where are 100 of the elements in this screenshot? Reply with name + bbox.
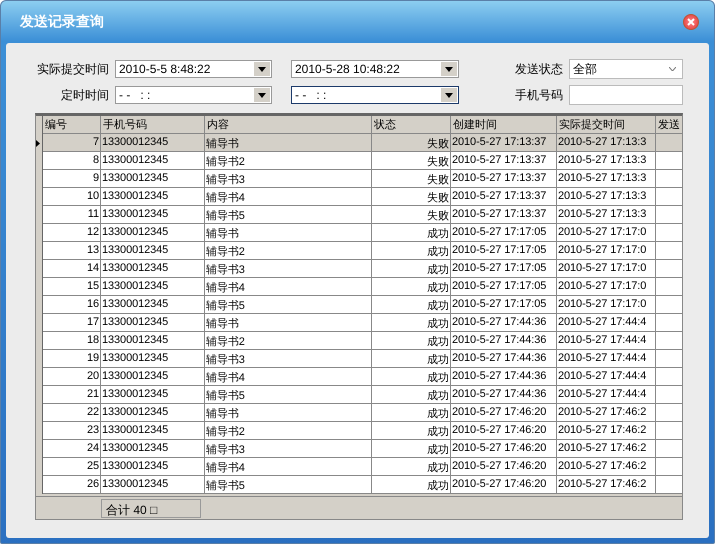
field-label: 实际提交时间 (36, 60, 110, 78)
table-cell: 10 (43, 188, 101, 206)
table-cell: 辅导书3 (205, 350, 372, 368)
table-cell: 失败 (372, 188, 451, 206)
date-combo[interactable]: 2010-5-5 8:48:22 (115, 60, 272, 78)
table-cell: 2010-5-27 17:13:3 (557, 134, 656, 152)
table-cell: 23 (43, 422, 101, 440)
table-cell: 成功 (372, 386, 451, 404)
field-label: 定时时间 (60, 86, 110, 104)
table-cell: 14 (43, 260, 101, 278)
column-header[interactable]: 创建时间 (451, 116, 557, 134)
table-cell: 17 (43, 314, 101, 332)
table-cell: 15 (43, 278, 101, 296)
table-cell: 2010-5-27 17:44:4 (557, 386, 656, 404)
table-cell: 辅导书5 (205, 296, 372, 314)
table-cell: 辅导书 (205, 224, 372, 242)
table-cell: 7 (43, 134, 101, 152)
table-cell: 13300012345 (101, 278, 205, 296)
table-cell: 13300012345 (101, 368, 205, 386)
table-cell: 21 (43, 386, 101, 404)
table-cell: 2010-5-27 17:46:20 (451, 458, 557, 476)
table-cell: 辅导书3 (205, 440, 372, 458)
table-cell: 13300012345 (101, 134, 205, 152)
table-cell: 2010-5-27 17:17:0 (557, 278, 656, 296)
table-cell: 成功 (372, 278, 451, 296)
table-cell: 辅导书4 (205, 458, 372, 476)
table-cell: 成功 (372, 332, 451, 350)
table-cell: 辅导书2 (205, 242, 372, 260)
table-cell: 成功 (372, 242, 451, 260)
table-cell: 13300012345 (101, 350, 205, 368)
table-cell: 13300012345 (101, 260, 205, 278)
table-cell: 2010-5-27 17:13:37 (451, 188, 557, 206)
table-cell: 20 (43, 368, 101, 386)
column-header[interactable]: 手机号码 (101, 116, 205, 134)
table-cell: 失败 (372, 134, 451, 152)
column-header[interactable]: 发送 (656, 116, 682, 134)
table-cell: 13300012345 (101, 152, 205, 170)
table-cell: 2010-5-27 17:17:05 (451, 224, 557, 242)
column-header[interactable]: 实际提交时间 (557, 116, 656, 134)
table-cell: 成功 (372, 224, 451, 242)
table-cell: 13300012345 (101, 332, 205, 350)
table-cell: 2010-5-27 17:17:05 (451, 260, 557, 278)
table-cell: 2010-5-27 17:44:4 (557, 350, 656, 368)
table-cell: 13300012345 (101, 422, 205, 440)
table-cell: 辅导书2 (205, 332, 372, 350)
date-combo[interactable]: 2010-5-28 10:48:22 (291, 60, 459, 78)
table-cell: 辅导书3 (205, 260, 372, 278)
table-cell: 13300012345 (101, 440, 205, 458)
table-cell: 成功 (372, 440, 451, 458)
table-cell: 2010-5-27 17:46:20 (451, 440, 557, 458)
table-cell: 25 (43, 458, 101, 476)
table-cell: 辅导书 (205, 404, 372, 422)
table-cell: 13300012345 (101, 224, 205, 242)
table-cell: 2010-5-27 17:17:05 (451, 242, 557, 260)
status-select[interactable]: 全部 (569, 59, 683, 79)
table-cell: 辅导书5 (205, 206, 372, 224)
window-title: 发送记录查询 (20, 13, 104, 31)
column-header[interactable]: 编号 (43, 116, 101, 134)
field-label: 手机号码 (514, 86, 564, 104)
date-combo[interactable]: - - : : (291, 86, 459, 104)
table-cell: 13300012345 (101, 296, 205, 314)
table-cell: 13300012345 (101, 206, 205, 224)
table-cell: 2010-5-27 17:17:0 (557, 296, 656, 314)
table-cell: 2010-5-27 17:44:36 (451, 332, 557, 350)
table-cell: 13300012345 (101, 458, 205, 476)
table-cell: 13300012345 (101, 170, 205, 188)
table-cell: 2010-5-27 17:46:20 (451, 422, 557, 440)
table-cell: 2010-5-27 17:13:37 (451, 206, 557, 224)
column-header[interactable]: 内容 (205, 116, 372, 134)
table-cell: 成功 (372, 422, 451, 440)
table-cell: 辅导书 (205, 134, 372, 152)
table-cell: 2010-5-27 17:17:0 (557, 224, 656, 242)
table-cell: 失败 (372, 206, 451, 224)
table-cell: 2010-5-27 17:13:37 (451, 134, 557, 152)
table-cell: 13300012345 (101, 404, 205, 422)
table-cell: 19 (43, 350, 101, 368)
table-cell: 成功 (372, 368, 451, 386)
table-cell: 9 (43, 170, 101, 188)
table-cell: 辅导书3 (205, 170, 372, 188)
table-cell: 2010-5-27 17:46:2 (557, 440, 656, 458)
table-cell: 2010-5-27 17:17:0 (557, 260, 656, 278)
date-combo[interactable]: - - : : (115, 86, 272, 104)
table-cell: 辅导书4 (205, 278, 372, 296)
table-cell: 2010-5-27 17:46:2 (557, 422, 656, 440)
table-cell: 成功 (372, 314, 451, 332)
table-cell: 辅导书5 (205, 386, 372, 404)
table-cell: 成功 (372, 476, 451, 494)
table-cell: 2010-5-27 17:46:20 (451, 476, 557, 494)
table-cell: 24 (43, 440, 101, 458)
table-cell: 成功 (372, 458, 451, 476)
table-cell: 辅导书 (205, 314, 372, 332)
column-header[interactable]: 状态 (372, 116, 451, 134)
table-cell: 2010-5-27 17:13:37 (451, 170, 557, 188)
table-cell: 失败 (372, 152, 451, 170)
table-cell: 2010-5-27 17:13:3 (557, 152, 656, 170)
table-cell: 2010-5-27 17:44:4 (557, 314, 656, 332)
table-cell: 8 (43, 152, 101, 170)
table-cell: 12 (43, 224, 101, 242)
table-cell: 辅导书4 (205, 188, 372, 206)
table-cell: 成功 (372, 260, 451, 278)
